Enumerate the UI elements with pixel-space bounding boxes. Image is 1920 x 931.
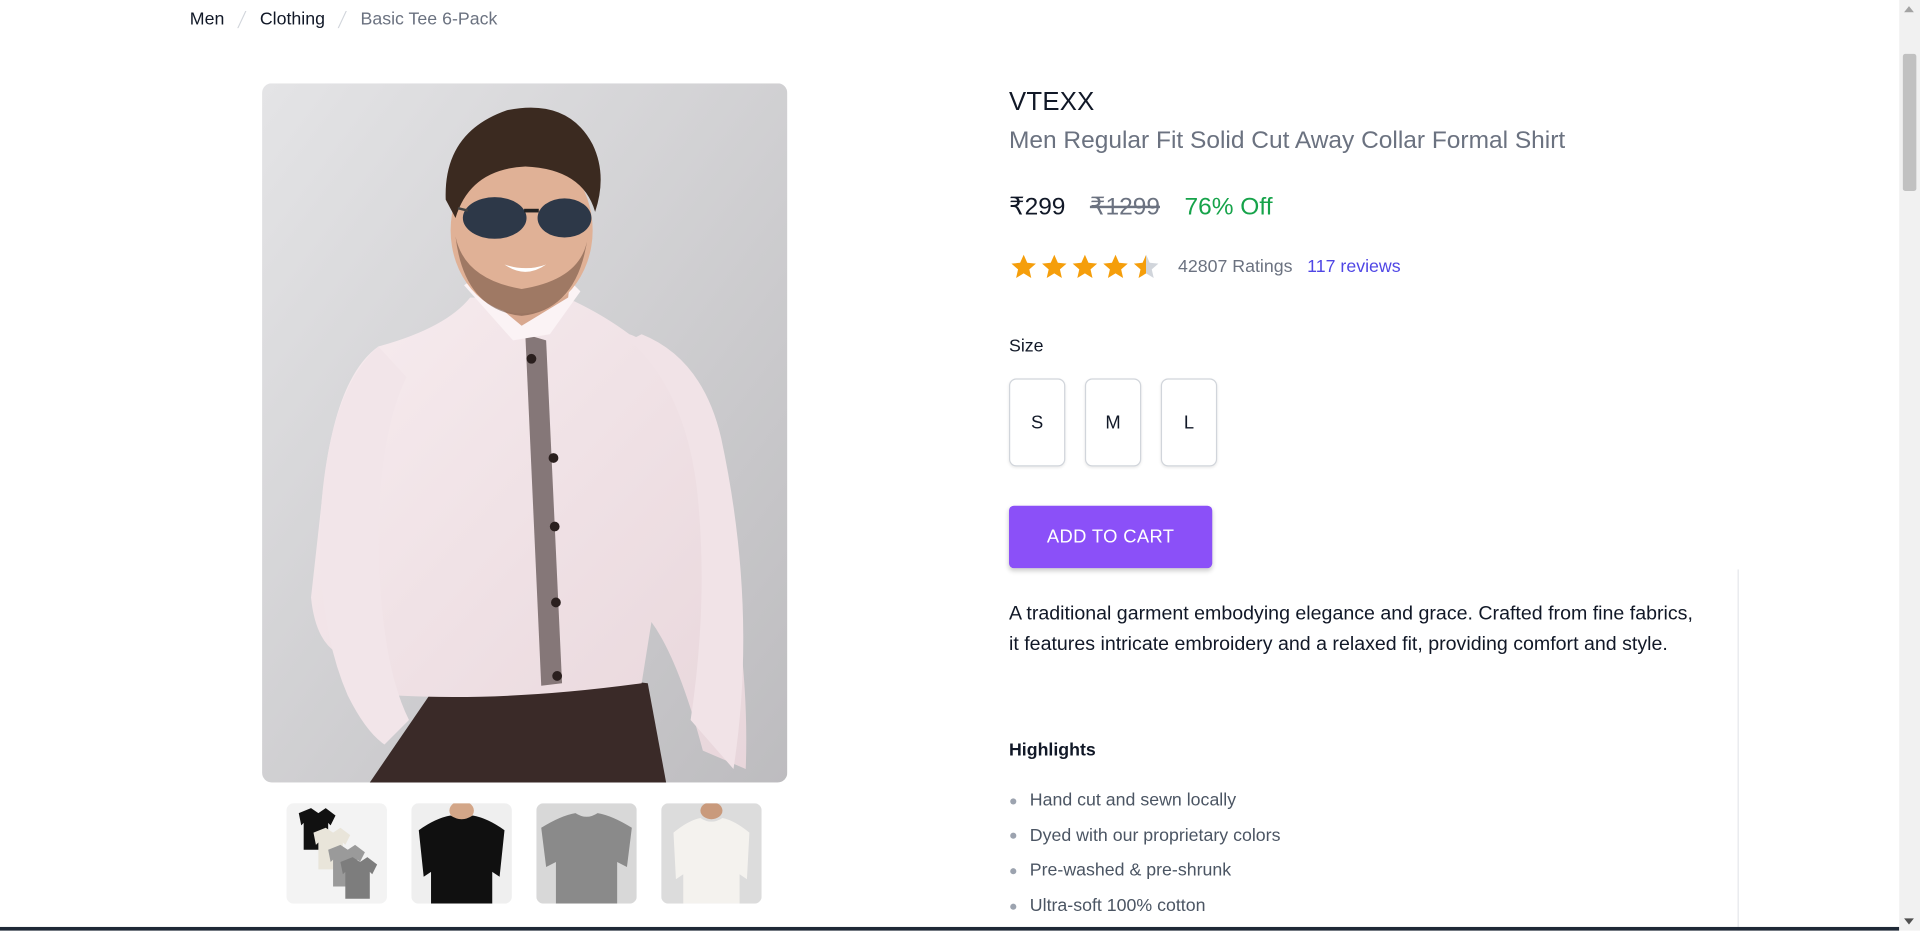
product-mrp: ₹1299 (1089, 193, 1160, 221)
breadcrumb-men[interactable]: Men (190, 10, 225, 30)
size-option-l[interactable]: L (1160, 378, 1218, 467)
discount-badge: 76% Off (1184, 193, 1273, 221)
product-brand: VTEXX (1008, 88, 1095, 117)
highlight-item: Hand cut and sewn locally (1009, 784, 1280, 819)
star-rating (1009, 252, 1161, 281)
bullet-icon (1010, 833, 1017, 840)
breadcrumb-separator (237, 11, 247, 29)
highlight-item: Ultra-soft 100% cotton (1009, 889, 1280, 924)
star-icon (1103, 254, 1128, 278)
bullet-icon (1010, 798, 1017, 805)
highlight-text: Hand cut and sewn locally (1029, 791, 1237, 811)
thumbnail-grey-tee[interactable] (536, 803, 637, 904)
breadcrumb: Men Clothing Basic Tee 6-Pack (190, 10, 498, 30)
star-icon (1133, 254, 1159, 278)
highlight-item: Pre-washed & pre-shrunk (1009, 854, 1280, 889)
size-selector: S M L (1008, 378, 1218, 467)
page: Men Clothing Basic Tee 6-Pack VTEXX Men … (0, 0, 1920, 931)
scroll-up-arrow-icon[interactable] (1904, 6, 1914, 13)
thumbnail-black-tee[interactable] (411, 803, 512, 904)
scrollbar-thumb[interactable] (1902, 53, 1917, 192)
viewport-bottom-edge (0, 926, 1900, 931)
size-option-s[interactable]: S (1008, 378, 1066, 467)
section-divider (1737, 569, 1739, 931)
highlight-text: Dyed with our proprietary colors (1029, 826, 1281, 846)
highlights-title: Highlights (1008, 740, 1096, 761)
star-icon (1072, 254, 1098, 278)
star-icon (1011, 254, 1036, 278)
breadcrumb-current: Basic Tee 6-Pack (360, 9, 498, 30)
thumbnail-strip (286, 803, 762, 904)
product-description: A traditional garment embodying elegance… (1008, 603, 1693, 655)
breadcrumb-separator (338, 11, 348, 29)
size-label: Size (1008, 336, 1044, 357)
size-option-m[interactable]: M (1084, 378, 1142, 467)
price-row: ₹299 ₹1299 76% Off (1009, 191, 1273, 222)
star-icon (1042, 254, 1067, 278)
product-title: Men Regular Fit Solid Cut Away Collar Fo… (1008, 127, 1566, 155)
bullet-icon (1010, 868, 1017, 875)
highlight-text: Pre-washed & pre-shrunk (1029, 861, 1232, 882)
scroll-down-arrow-icon[interactable] (1904, 918, 1914, 925)
rating-count: 42807 Ratings (1177, 257, 1293, 277)
thumbnail-tee-6-pack[interactable] (286, 803, 387, 904)
product-price: ₹299 (1008, 193, 1066, 221)
reviews-link[interactable]: 117 reviews (1307, 257, 1400, 277)
thumbnail-white-tee[interactable] (661, 803, 762, 904)
breadcrumb-clothing[interactable]: Clothing (260, 10, 325, 30)
main-product-image[interactable] (262, 83, 788, 783)
rating-row: 42807 Ratings 117 reviews (1009, 252, 1401, 281)
highlights-list: Hand cut and sewn locally Dyed with our … (1009, 784, 1280, 924)
bullet-icon (1010, 903, 1017, 910)
highlight-item: Dyed with our proprietary colors (1009, 819, 1280, 854)
highlight-text: Ultra-soft 100% cotton (1029, 896, 1206, 917)
vertical-scrollbar[interactable] (1899, 0, 1920, 931)
add-to-cart-button[interactable]: ADD TO CART (1008, 505, 1213, 569)
